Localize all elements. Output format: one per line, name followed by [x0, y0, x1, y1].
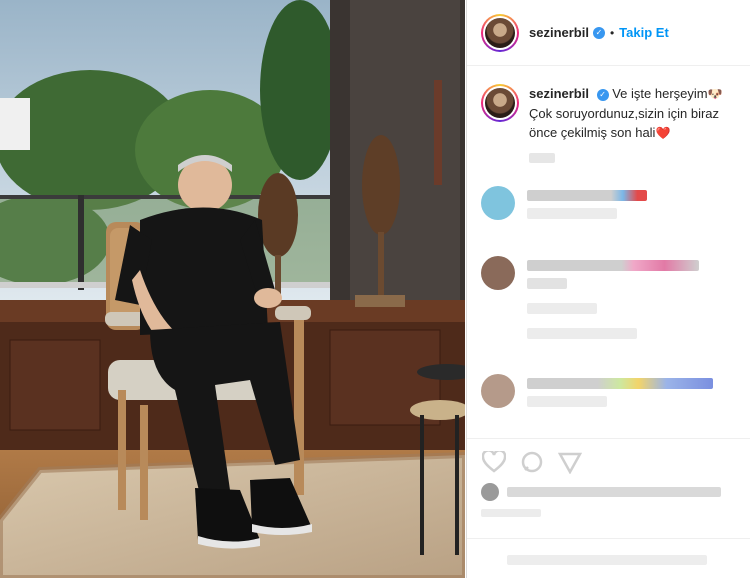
add-comment-placeholder-blurred [507, 555, 707, 565]
comment-meta-blurred [527, 396, 607, 407]
comment-avatar[interactable] [481, 256, 515, 290]
post-time-blurred [481, 509, 541, 517]
caption-username[interactable]: sezinerbil [529, 86, 589, 101]
post-actions [467, 438, 750, 517]
caption: sezinerbil ✓ Ve işte herşeyim🐶 Çok soruyo… [467, 66, 750, 143]
comment-meta-blurred [527, 208, 617, 219]
caption-avatar-image [485, 88, 515, 118]
comment-text-blurred [527, 378, 713, 389]
caption-text: sezinerbil ✓ Ve işte herşeyim🐶 Çok soruyo… [529, 84, 740, 143]
comment-avatar[interactable] [481, 186, 515, 220]
likes-text-blurred [507, 487, 721, 497]
heart-emoji-icon: ❤️ [655, 126, 671, 140]
comment-item [481, 256, 699, 346]
caption-avatar[interactable] [481, 84, 519, 122]
caption-verified-badge-icon: ✓ [596, 88, 609, 101]
header-username[interactable]: sezinerbil [529, 25, 589, 40]
post-sidebar: sezinerbil ✓ • Takip Et sezinerbil ✓ Ve … [466, 0, 750, 578]
caption-part1: Ve işte herşeyim [612, 86, 708, 101]
share-icon[interactable] [557, 449, 583, 475]
post-photo[interactable] [0, 0, 465, 578]
verified-badge-icon: ✓ [592, 26, 605, 39]
comment-item [481, 374, 713, 414]
comment-text-blurred-2 [527, 278, 567, 289]
avatar-image [485, 17, 515, 48]
comment-avatar[interactable] [481, 374, 515, 408]
separator-dot: • [609, 25, 615, 40]
post-image-illustration [0, 0, 465, 578]
likes-row[interactable] [481, 483, 737, 501]
add-comment-row[interactable] [467, 538, 750, 578]
liker-avatar [481, 483, 499, 501]
heart-icon[interactable] [481, 449, 507, 475]
comment-text-blurred [527, 190, 647, 201]
caption-time-blurred [529, 153, 555, 163]
dog-emoji-icon: 🐶 [707, 87, 723, 101]
comment-icon[interactable] [519, 449, 545, 475]
follow-button[interactable]: Takip Et [619, 25, 669, 40]
post-header: sezinerbil ✓ • Takip Et [467, 0, 750, 66]
view-replies-blurred [527, 328, 637, 339]
comment-item [481, 186, 647, 226]
avatar[interactable] [481, 13, 519, 52]
caption-part2: Çok soruyordunuz,sizin için biraz önce ç… [529, 106, 720, 140]
comment-text-blurred [527, 260, 699, 271]
comment-meta-blurred [527, 303, 597, 314]
